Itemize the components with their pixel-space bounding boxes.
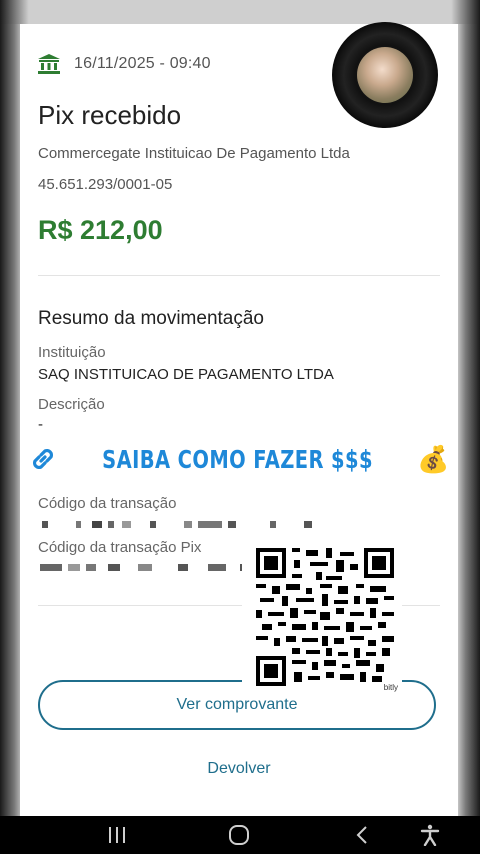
vinyl-avatar[interactable] [332,22,438,128]
avatar-photo [357,47,413,103]
tx-code-redacted [42,521,312,528]
top-strip [0,0,480,24]
promo-banner[interactable]: SAIBA COMO FAZER $$$ 💰 [20,434,458,484]
refund-button[interactable]: Devolver [20,760,458,778]
qr-code-icon [256,548,394,686]
promo-text: SAIBA COMO FAZER $$$ [102,444,374,474]
amount: R$ 212,00 [38,215,163,245]
link-icon [33,448,54,470]
header-row: 16/11/2025 - 09:40 [38,54,211,74]
bitly-brand: bitly [383,683,398,692]
transaction-date: 16/11/2025 - 09:40 [74,55,211,72]
bank-icon [38,54,60,74]
transaction-card: 16/11/2025 - 09:40 Pix recebido Commerce… [20,22,458,816]
tx-code-label: Código da transação [38,495,177,512]
institution-label: Instituição [38,344,106,361]
divider [38,275,440,276]
institution-value: SAQ INSTITUICAO DE PAGAMENTO LTDA [38,366,334,383]
company-cnpj: 45.651.293/0001-05 [38,176,173,193]
description-value: - [38,416,43,433]
page-title: Pix recebido [38,100,182,130]
pix-code-label: Código da transação Pix [38,539,202,556]
money-bag-icon: 💰 [417,443,450,474]
description-label: Descrição [38,396,105,413]
summary-title: Resumo da movimentação [38,308,264,329]
qr-code-overlay[interactable]: bitly [242,540,402,692]
recents-icon[interactable] [106,824,128,846]
system-navbar [0,816,480,854]
company-name: Commercegate Instituicao De Pagamento Lt… [38,145,350,162]
home-icon[interactable] [228,824,250,846]
accessibility-icon[interactable] [419,824,441,846]
back-icon[interactable] [352,824,374,846]
